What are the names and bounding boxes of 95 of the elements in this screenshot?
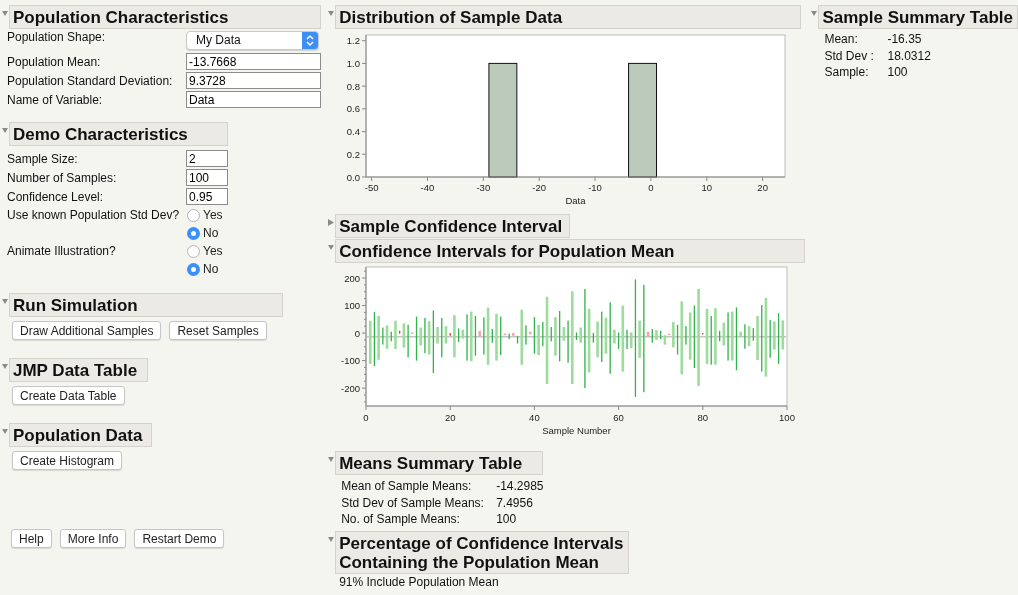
field-label: Population Shape: <box>7 30 107 44</box>
section-header: Run Simulation <box>9 293 283 317</box>
action-button[interactable]: Help <box>11 529 52 548</box>
section-header: Distribution of Sample Data <box>335 5 802 29</box>
summary-value: 100 <box>496 512 517 527</box>
tick-label: 0 <box>648 182 654 193</box>
summary-label: Std Dev of Sample Means: <box>341 495 485 510</box>
field-label: Confidence Level: <box>7 189 105 204</box>
collapse-triangle-icon[interactable] <box>2 363 8 369</box>
tick-label: 20 <box>757 182 769 193</box>
summary-value: 7.4956 <box>496 495 533 510</box>
summary-value: -14.2985 <box>496 479 544 494</box>
radio-label: Yes <box>203 244 223 258</box>
tick-label: -200 <box>341 382 361 394</box>
tick-label: -20 <box>532 182 547 193</box>
action-button[interactable]: Create Histogram <box>12 451 123 470</box>
field-label: Animate Illustration? <box>7 244 117 258</box>
tick-label: 0 <box>363 412 369 423</box>
radio-button[interactable] <box>187 262 200 276</box>
tick-label: 1.0 <box>346 57 361 69</box>
action-button[interactable]: Restart Demo <box>134 529 225 548</box>
field-label: Sample Size: <box>7 151 79 166</box>
input-field[interactable]: 100 <box>186 169 228 186</box>
tick-label: 200 <box>344 272 361 284</box>
input-field[interactable]: -13.7668 <box>186 53 321 70</box>
tick-label: 1.2 <box>346 35 361 47</box>
tick-label: 0.0 <box>346 171 361 183</box>
action-button[interactable]: Reset Samples <box>169 321 267 340</box>
tick-label: 0.2 <box>346 148 361 160</box>
tick-label: 0.6 <box>346 103 361 115</box>
chevron-updown-icon <box>302 31 318 49</box>
radio-button[interactable] <box>187 244 200 258</box>
field-label: Population Standard Deviation: <box>7 73 174 88</box>
field-label: Name of Variable: <box>7 92 104 107</box>
tick-label: 40 <box>529 412 540 423</box>
action-button[interactable]: More Info <box>59 529 127 548</box>
tick-label: -10 <box>588 182 603 193</box>
summary-value: -16.35 <box>887 32 922 47</box>
collapse-triangle-icon[interactable] <box>811 10 818 16</box>
tick-label: 0 <box>354 327 361 339</box>
tick-label: 0.8 <box>346 80 361 92</box>
section-header: Population Data <box>9 423 152 447</box>
collapse-triangle-icon[interactable] <box>2 298 8 304</box>
radio-label: No <box>203 262 219 276</box>
tick-label: -100 <box>341 355 361 367</box>
action-button[interactable]: Create Data Table <box>12 386 125 405</box>
section-header: Sample Summary Table <box>818 5 1018 29</box>
collapse-triangle-icon[interactable] <box>2 428 8 434</box>
collapse-triangle-icon[interactable] <box>2 127 8 133</box>
input-field[interactable]: 9.3728 <box>186 72 321 89</box>
input-field[interactable]: Data <box>186 91 321 108</box>
summary-label: Std Dev : <box>824 48 875 63</box>
axis-title: Data <box>565 195 586 206</box>
result-text: 91% Include Population Mean <box>338 574 500 589</box>
field-label: Number of Samples: <box>7 170 118 185</box>
tick-label: 20 <box>445 412 456 423</box>
radio-button[interactable] <box>187 226 200 240</box>
tick-label: -40 <box>420 182 435 193</box>
input-field[interactable]: 0.95 <box>186 188 228 205</box>
summary-label: No. of Sample Means: <box>341 512 461 527</box>
summary-label: Sample: <box>824 65 870 80</box>
section-header: Population Characteristics <box>9 5 321 29</box>
collapse-triangle-icon[interactable] <box>328 456 335 462</box>
summary-label: Mean: <box>824 32 859 47</box>
summary-value: 18.0312 <box>887 48 931 63</box>
radio-button[interactable] <box>187 208 200 222</box>
tick-label: 0.4 <box>346 126 361 138</box>
radio-label: No <box>203 226 219 240</box>
section-header: Demo Characteristics <box>9 122 228 146</box>
collapse-triangle-icon[interactable] <box>2 10 8 16</box>
tick-label: -50 <box>364 182 379 193</box>
section-header: Confidence Intervals for Population Mean <box>335 239 806 263</box>
summary-value: 100 <box>887 65 908 80</box>
tick-label: 80 <box>697 412 709 423</box>
collapse-triangle-icon[interactable] <box>328 244 335 250</box>
section-header: Means Summary Table <box>335 451 544 475</box>
summary-label: Mean of Sample Means: <box>341 479 473 494</box>
tick-label: -30 <box>476 182 491 193</box>
collapse-triangle-icon[interactable] <box>328 10 335 16</box>
tick-label: 100 <box>779 412 796 423</box>
input-field[interactable]: 2 <box>186 150 228 167</box>
field-label: Use known Population Std Dev? <box>7 208 181 222</box>
section-header: JMP Data Table <box>9 358 148 382</box>
axis-title: Sample Number <box>542 425 611 436</box>
dropdown[interactable]: My Data <box>186 30 319 50</box>
tick-label: 10 <box>701 182 713 193</box>
tick-label: 60 <box>613 412 625 423</box>
radio-label: Yes <box>203 208 223 222</box>
section-header: Sample Confidence Interval <box>335 214 571 238</box>
tick-label: 100 <box>344 300 361 312</box>
collapse-triangle-icon[interactable] <box>328 535 335 542</box>
section-header: Percentage of Confidence Intervals Containing the Population Mean <box>335 530 629 574</box>
action-button[interactable]: Draw Additional Samples <box>12 321 162 340</box>
field-label: Population Mean: <box>7 54 102 69</box>
expand-triangle-icon[interactable] <box>328 219 335 226</box>
